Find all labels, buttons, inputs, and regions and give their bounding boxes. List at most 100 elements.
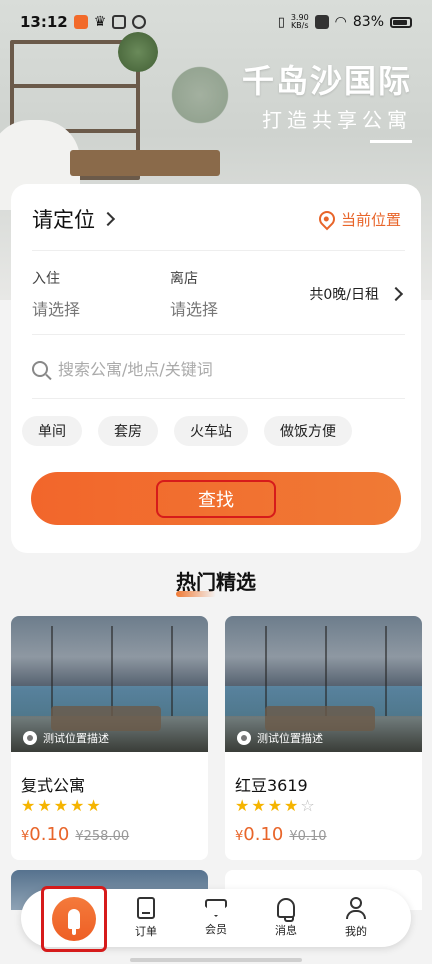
current-price: ¥0.10 (21, 824, 70, 845)
window-frame (111, 626, 113, 716)
location-row: 请定位 当前位置 (32, 202, 401, 236)
star-icon: ★ (53, 796, 69, 815)
current-location-button[interactable]: 当前位置 (315, 207, 401, 231)
checkout-label: 离店 (170, 271, 198, 287)
star-icon: ★ (284, 796, 299, 815)
app-notification-icon (132, 15, 147, 29)
vibrate-icon: ▯ (277, 14, 285, 30)
furniture-decoration (51, 706, 161, 731)
star-icon: ★ (251, 796, 266, 815)
star-icon: ★ (70, 796, 85, 815)
listing-name: 红豆3619 (235, 776, 308, 795)
plant-decoration (170, 60, 230, 130)
original-price: ¥0.10 (289, 829, 327, 844)
search-icon (32, 361, 48, 377)
nav-label: 我的 (345, 925, 367, 938)
window-frame (171, 626, 173, 716)
locate-label: 请定位 (32, 208, 95, 232)
user-icon (346, 897, 366, 919)
section-title-text: 热门精选 (176, 566, 256, 597)
nights-selector[interactable]: 共0晚/日租 (309, 284, 404, 304)
home-indicator (130, 958, 302, 962)
nav-home-button[interactable] (41, 886, 107, 952)
star-icon: ★ (267, 796, 283, 815)
search-input[interactable] (58, 359, 401, 379)
nav-item-profile[interactable]: 我的 (321, 897, 391, 939)
furniture-decoration (265, 706, 375, 731)
star-outline-icon: ☆ (300, 796, 315, 815)
checkin-value: 请选择 (32, 300, 81, 319)
date-selector: 入住 请选择 离店 请选择 共0晚/日租 (32, 268, 404, 320)
window-frame (325, 626, 327, 716)
hero-underline (370, 140, 412, 143)
checkin-label: 入住 (32, 271, 60, 287)
hero-subtitle: 打造共享公寓 (262, 108, 412, 132)
network-speed: 3.90 KB/s (290, 13, 309, 30)
nav-item-member[interactable]: 会员 (181, 899, 251, 937)
listing-location-text: 测试位置描述 (257, 732, 323, 745)
rocket-icon (68, 909, 80, 935)
chevron-right-icon (100, 211, 116, 227)
status-bar: 13:12 ♛ ▯ 3.90 KB/s ◠ 83% (0, 0, 432, 44)
member-icon (205, 899, 227, 917)
nav-label: 消息 (275, 924, 297, 937)
window-frame (51, 626, 53, 716)
listing-image: 测试位置描述 (225, 616, 422, 752)
nav-item-messages[interactable]: 消息 (251, 898, 321, 938)
location-pin-icon (23, 731, 37, 745)
nav-label: 会员 (205, 923, 227, 936)
sim-icon (314, 15, 329, 29)
divider (32, 398, 405, 399)
search-bar (32, 354, 401, 384)
battery-percent: 83% (352, 14, 384, 30)
tag-single-room[interactable]: 单间 (22, 416, 82, 446)
listing-price: ¥0.10 ¥0.10 (235, 824, 327, 845)
table-decoration (70, 150, 220, 176)
star-icon: ★ (86, 796, 101, 815)
checkout-field[interactable]: 离店 请选择 (170, 268, 218, 320)
listing-card[interactable]: 测试位置描述 复式公寓 ★ ★ ★ ★ ★ ¥0.10 ¥258.00 (11, 616, 208, 860)
listing-location-text: 测试位置描述 (43, 732, 109, 745)
listing-price: ¥0.10 ¥258.00 (21, 824, 129, 845)
window-frame (385, 626, 387, 716)
listing-location: 测试位置描述 (23, 730, 109, 746)
find-button-label: 查找 (156, 479, 276, 518)
star-rating: ★ ★ ★ ★ ★ (21, 796, 101, 815)
divider (32, 250, 405, 251)
nights-label: 共0晚/日租 (309, 287, 379, 303)
locate-button[interactable]: 请定位 (32, 204, 116, 234)
hero-title: 千岛沙国际 (241, 62, 412, 100)
star-icon: ★ (21, 796, 36, 815)
original-price: ¥258.00 (75, 829, 130, 844)
location-pin-icon (237, 731, 251, 745)
window-frame (265, 626, 267, 716)
listing-location: 测试位置描述 (237, 730, 323, 746)
star-icon: ★ (235, 796, 250, 815)
chevron-right-icon (388, 286, 404, 302)
star-rating: ★ ★ ★ ★ ☆ (235, 796, 315, 815)
listing-card[interactable]: 测试位置描述 红豆3619 ★ ★ ★ ★ ☆ ¥0.10 ¥0.10 (225, 616, 422, 860)
wifi-icon: ◠ (334, 14, 347, 30)
home-circle (52, 897, 96, 941)
crown-icon: ♛ (93, 14, 107, 30)
divider (32, 334, 405, 335)
app-notification-icon (112, 15, 127, 29)
app-notification-icon (73, 15, 88, 29)
order-icon (137, 897, 155, 919)
checkin-field[interactable]: 入住 请选择 (32, 268, 80, 320)
current-price: ¥0.10 (235, 824, 284, 845)
nav-label: 订单 (135, 925, 157, 938)
tag-train-station[interactable]: 火车站 (174, 416, 248, 446)
tag-suite[interactable]: 套房 (98, 416, 158, 446)
battery-icon (390, 16, 412, 28)
tag-cooking[interactable]: 做饭方便 (264, 416, 352, 446)
checkout-value: 请选择 (170, 300, 219, 319)
current-location-label: 当前位置 (340, 210, 401, 229)
find-button[interactable]: 查找 (31, 472, 401, 525)
nav-item-orders[interactable]: 订单 (111, 897, 181, 939)
listing-name: 复式公寓 (21, 776, 86, 795)
bell-icon (277, 898, 295, 922)
location-pin-icon (315, 207, 339, 231)
bottom-nav: 订单 会员 消息 我的 (21, 886, 411, 952)
section-title: 热门精选 (0, 566, 432, 597)
